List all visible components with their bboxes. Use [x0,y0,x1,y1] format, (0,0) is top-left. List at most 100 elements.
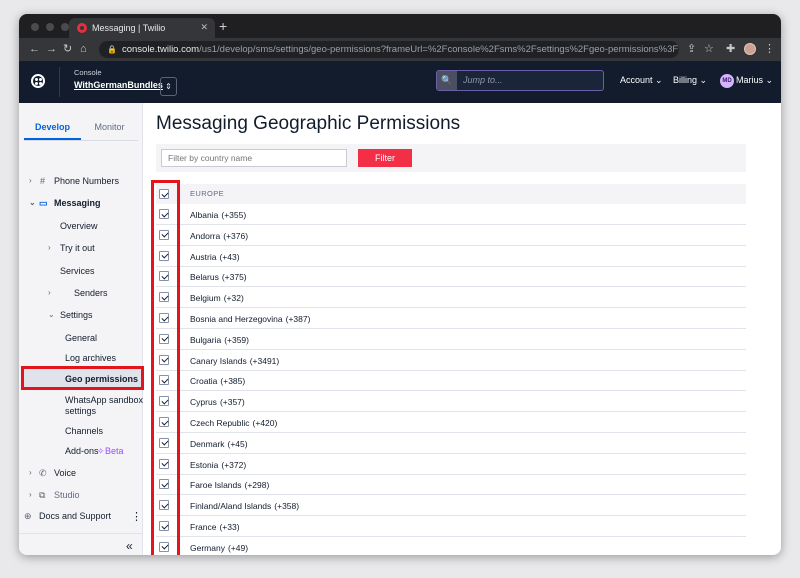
sidebar-item-label: WhatsApp sandbox [65,395,144,405]
country-label: Germany (+49) [190,543,248,553]
browser-profile-avatar[interactable] [744,43,756,55]
country-dial-code: (+3491) [249,355,280,366]
account-switcher-icon[interactable]: ⇕ [160,77,177,96]
country-name: Belgium [190,293,221,304]
highlight-box-geo-permissions [21,366,144,390]
country-label: Bosnia and Herzegovina (+387) [190,314,310,324]
forward-icon[interactable]: → [46,42,57,56]
country-name: Austria [190,251,217,262]
country-filter-input[interactable] [161,149,347,167]
country-dial-code: (+387) [285,314,311,324]
country-row [156,246,746,267]
sidebar-item-label: Add-ons [65,446,99,456]
country-name: Canary Islands [190,355,247,366]
country-label: Albania (+355) [190,210,246,220]
window-controls[interactable] [31,23,69,31]
more-options-icon[interactable]: ⋮ [131,510,142,523]
country-dial-code: (+43) [219,251,240,262]
account-menu-label: Account [620,75,653,85]
country-label: Andorra (+376) [190,231,248,241]
home-icon[interactable]: ⌂ [80,42,87,56]
address-bar[interactable]: 🔒 console.twilio.com/us1/develop/sms/sett… [99,41,679,58]
sidebar-item-label: Voice [54,468,77,478]
sidebar-item-label-line2: settings [65,406,97,416]
country-dial-code: (+385) [220,376,246,387]
country-dial-code: (+33) [219,522,240,532]
filter-button[interactable]: Filter [358,149,412,167]
country-dial-code: (+32) [223,293,244,304]
bookmark-star-icon[interactable]: ☆ [704,43,714,55]
country-name: Czech Republic [190,418,250,428]
country-label: Austria (+43) [190,252,240,262]
sidebar-tab-divider [24,140,138,141]
region-label: EUROPE [190,189,225,198]
sidebar-item-label: Phone Numbers [54,176,120,186]
tab-monitor[interactable]: Monitor [81,114,138,140]
twilio-logo-icon[interactable] [31,74,45,88]
url-path: /us1/develop/sms/settings/geo-permission… [199,44,679,55]
maximize-window-button[interactable] [61,23,69,31]
share-icon[interactable]: ⇪ [687,43,696,55]
search-input[interactable]: Jump to... [463,71,503,90]
chevron-right-icon: › [48,288,51,297]
header-divider [59,67,60,97]
country-name: Faroe Islands [190,480,242,491]
country-dial-code: (+298) [244,480,270,491]
country-name: Estonia [190,459,219,470]
reload-icon[interactable]: ↻ [63,42,72,56]
user-menu[interactable]: Marius ⌄ [736,75,773,86]
country-label: France (+33) [190,522,240,532]
billing-menu-label: Billing [673,75,698,85]
new-tab-icon[interactable]: + [219,18,227,34]
chevron-down-icon: ⌄ [29,198,36,207]
user-name: Marius [736,75,764,85]
search-icon: 🔍 [437,71,457,90]
country-dial-code: (+420) [252,418,278,428]
country-name: Belarus [190,272,219,283]
tab-develop[interactable]: Develop [24,114,81,140]
browser-tab[interactable]: Messaging | Twilio ✕ [69,18,215,38]
browser-menu-icon[interactable]: ⋮ [764,43,775,55]
chevron-down-icon: ⌄ [699,75,708,85]
country-label: Belgium (+32) [190,293,244,303]
close-tab-icon[interactable]: ✕ [200,22,208,33]
minimize-window-button[interactable] [46,23,54,31]
jump-to-search[interactable]: 🔍 Jump to... [436,70,604,91]
country-dial-code: (+49) [227,542,249,553]
country-name: Cyprus [190,397,217,408]
page-title: Messaging Geographic Permissions [156,113,461,134]
country-label: Belarus (+375) [190,272,247,282]
country-dial-code: (+358) [274,501,300,512]
close-window-button[interactable] [31,23,39,31]
highlight-box-checkbox-column [151,180,180,555]
country-dial-code: (+372) [221,459,247,470]
account-menu[interactable]: Account ⌄ [620,75,663,86]
chevron-right-icon: › [29,468,32,477]
studio-flow-icon: ⧉ [39,490,46,500]
country-name: Denmark [190,438,225,449]
billing-menu[interactable]: Billing ⌄ [673,75,707,86]
sidebar-footer-divider [19,533,143,534]
country-dial-code: (+45) [227,438,248,449]
country-name: Finland/Aland Islands [190,501,272,512]
back-icon[interactable]: ← [29,42,40,56]
sidebar: Develop Monitor › # Phone Numbers ⌄ ▭ Me… [19,103,143,555]
sidebar-item-label: Try it out [60,243,95,253]
sidebar-item-label: Services [60,266,95,276]
country-label: Denmark (+45) [190,439,248,449]
country-dial-code: (+355) [221,210,247,220]
country-name: Albania [190,210,219,220]
user-avatar[interactable]: MD [720,74,734,88]
sidebar-item-label: Docs and Support [39,511,112,521]
sidebar-item-label: Studio [54,490,80,500]
country-name: Croatia [190,376,218,387]
filter-bar: Filter [156,144,746,172]
account-name-link[interactable]: WithGermanBundles [74,80,163,90]
extensions-icon[interactable]: ✚ [726,43,735,55]
country-row [156,516,746,537]
url-host: console.twilio.com [121,44,200,55]
country-name: Germany [190,542,225,553]
chevron-right-icon: › [29,490,32,499]
collapse-sidebar-icon[interactable]: « [126,539,133,553]
tab-strip: Messaging | Twilio ✕ + [19,14,781,38]
